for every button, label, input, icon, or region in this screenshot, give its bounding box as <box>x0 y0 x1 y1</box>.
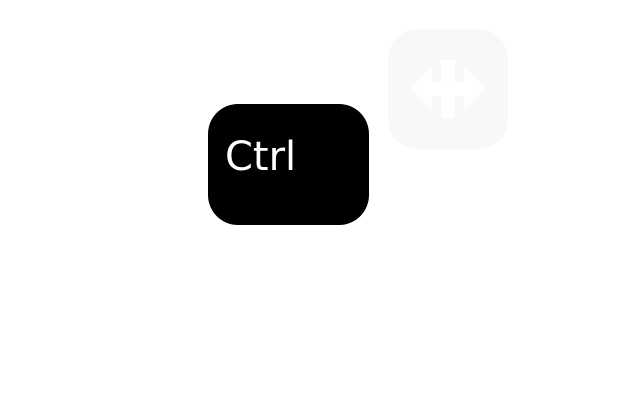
ctrl-key-label: Ctrl <box>225 134 297 180</box>
ctrl-key: Ctrl <box>208 104 369 225</box>
move-key <box>388 29 508 149</box>
key-hint-overlay: Ctrl <box>0 0 640 400</box>
four-way-arrows-icon <box>410 60 486 118</box>
